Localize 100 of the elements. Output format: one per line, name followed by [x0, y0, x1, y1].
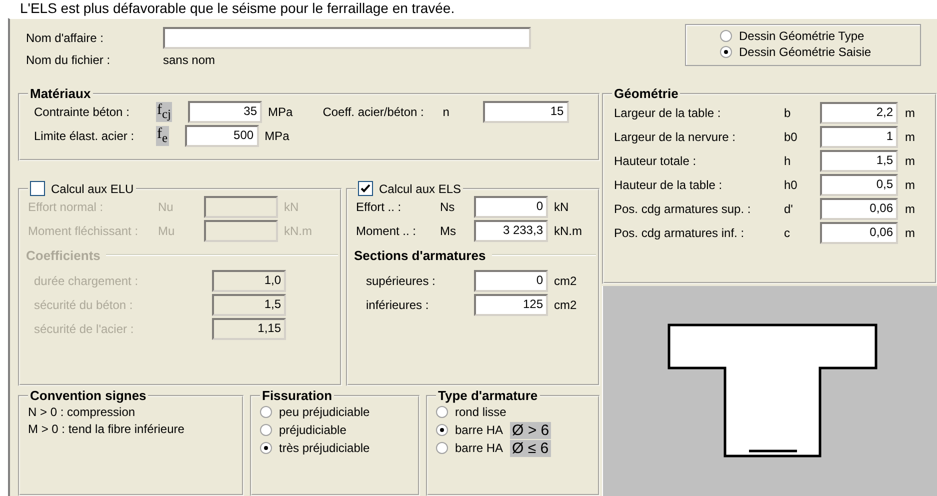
- symbol: h: [784, 154, 792, 168]
- unit-label: MPa: [264, 129, 290, 143]
- radio-button[interactable]: [436, 406, 448, 418]
- field-label: Pos. cdg armatures inf. :: [613, 226, 746, 240]
- group-title: Type d'armature: [437, 388, 539, 403]
- unit-label: m: [905, 154, 915, 168]
- unit-label: cm2: [554, 298, 577, 312]
- unit-label: kN: [554, 200, 569, 214]
- symbol: Ns: [440, 200, 456, 214]
- radio-button[interactable]: [260, 406, 272, 418]
- unit-label: m: [905, 202, 915, 216]
- field-label: Nom du fichier :: [25, 53, 112, 67]
- input-field[interactable]: 0,06: [820, 198, 898, 220]
- checkbox-label: Calcul aux ELS: [379, 182, 462, 196]
- symbol: f$_{cj}$: [156, 102, 172, 122]
- field-label: durée chargement :: [33, 274, 140, 288]
- unit-label: kN: [284, 200, 299, 214]
- group-title: Géométrie: [613, 86, 680, 101]
- field-label: inférieures :: [365, 298, 430, 312]
- input-field[interactable]: [204, 220, 278, 242]
- diameter-symbol: Ø ≤ 6: [510, 440, 551, 456]
- field-label: Moment fléchissant :: [28, 224, 140, 238]
- radio-button[interactable]: [720, 46, 732, 58]
- input-field[interactable]: 0,06: [820, 222, 898, 244]
- field-label: Effort .. :: [356, 200, 402, 214]
- radio-button[interactable]: [436, 424, 448, 436]
- field-label: Pos. cdg armatures sup. :: [613, 202, 752, 216]
- unit-label: m: [905, 106, 915, 120]
- input-field[interactable]: 15: [482, 101, 569, 123]
- option-label: Dessin Géométrie Saisie: [739, 45, 872, 59]
- symbol: d': [784, 202, 794, 216]
- field-label: Largeur de la nervure :: [613, 130, 736, 144]
- convention-text: M > 0 : tend la fibre inférieure: [28, 421, 186, 437]
- option-label: barre HA: [455, 441, 504, 455]
- input-field[interactable]: 1,5: [212, 294, 286, 316]
- radio-button[interactable]: [260, 424, 272, 436]
- check-icon: [360, 183, 371, 194]
- project-name-field[interactable]: [163, 27, 531, 49]
- input-field[interactable]: 1,0: [212, 270, 286, 292]
- field-label: Moment .. :: [356, 224, 418, 238]
- symbol: c: [784, 226, 791, 240]
- field-label: supérieures :: [365, 274, 436, 288]
- symbol: b: [784, 106, 792, 120]
- radio-button[interactable]: [720, 30, 732, 42]
- radio-button[interactable]: [260, 442, 272, 454]
- section-title: Sections d'armatures: [353, 248, 487, 262]
- symbol: h0: [784, 178, 798, 192]
- convention-text: N > 0 : compression: [28, 404, 136, 420]
- option-label: peu préjudiciable: [279, 405, 370, 419]
- input-field[interactable]: 35: [188, 101, 262, 123]
- group-title: Convention signes: [29, 388, 148, 403]
- symbol: Ms: [440, 224, 457, 238]
- unit-label: m: [905, 130, 915, 144]
- field-label: Effort normal :: [28, 200, 104, 214]
- option-label: préjudiciable: [279, 423, 346, 437]
- field-label: Limite élast. acier :: [33, 129, 136, 143]
- radio-button[interactable]: [436, 442, 448, 454]
- field-label: Contrainte béton :: [33, 105, 130, 119]
- input-field[interactable]: 500: [184, 125, 259, 147]
- field-label: Hauteur totale :: [613, 154, 698, 168]
- group-title: Fissuration: [261, 388, 334, 403]
- unit-label: kN.m: [554, 224, 582, 238]
- symbol: Nu: [158, 200, 174, 214]
- symbol: f$_{e}$: [156, 126, 169, 146]
- input-field[interactable]: 0: [474, 270, 548, 292]
- field-label: Hauteur de la table :: [613, 178, 724, 192]
- checkbox-label: Calcul aux ELU: [51, 182, 134, 196]
- input-field[interactable]: 1,5: [820, 150, 898, 172]
- unit-label: kN.m: [284, 224, 312, 238]
- symbol: Mu: [158, 224, 176, 238]
- field-label: sécurité de l'acier :: [33, 322, 135, 336]
- field-label: Coeff. acier/béton :: [322, 105, 425, 119]
- option-label: très préjudiciable: [279, 441, 370, 455]
- diameter-symbol: Ø > 6: [510, 422, 552, 438]
- field-label: Nom d'affaire :: [25, 31, 104, 45]
- unit-label: m: [905, 226, 915, 240]
- input-field[interactable]: [204, 196, 278, 218]
- symbol: n: [442, 105, 450, 119]
- input-field[interactable]: 3 233,3: [474, 220, 548, 242]
- input-field[interactable]: 0: [474, 196, 548, 218]
- field-label: sécurité du béton :: [33, 298, 134, 312]
- section-title: Coefficients: [25, 248, 102, 262]
- unit-label: m: [905, 178, 915, 192]
- checkbox[interactable]: [358, 181, 373, 196]
- input-field[interactable]: 1: [820, 126, 898, 148]
- option-label: barre HA: [455, 423, 504, 437]
- checkbox[interactable]: [30, 181, 45, 196]
- input-field[interactable]: 0,5: [820, 174, 898, 196]
- caption-text: L'ELS est plus défavorable que le séisme pour le ferraillage en travée.: [19, 0, 455, 16]
- input-field[interactable]: 1,15: [212, 318, 286, 340]
- symbol: b0: [784, 130, 798, 144]
- option-label: Dessin Géométrie Type: [739, 29, 864, 43]
- input-field[interactable]: 125: [474, 294, 548, 316]
- option-label: rond lisse: [455, 405, 506, 419]
- unit-label: MPa: [268, 105, 293, 119]
- field-label: Largeur de la table :: [613, 106, 722, 120]
- input-field[interactable]: 2,2: [820, 102, 898, 124]
- group-title: Matériaux: [29, 86, 92, 101]
- unit-label: cm2: [554, 274, 577, 288]
- file-name: sans nom: [163, 53, 216, 67]
